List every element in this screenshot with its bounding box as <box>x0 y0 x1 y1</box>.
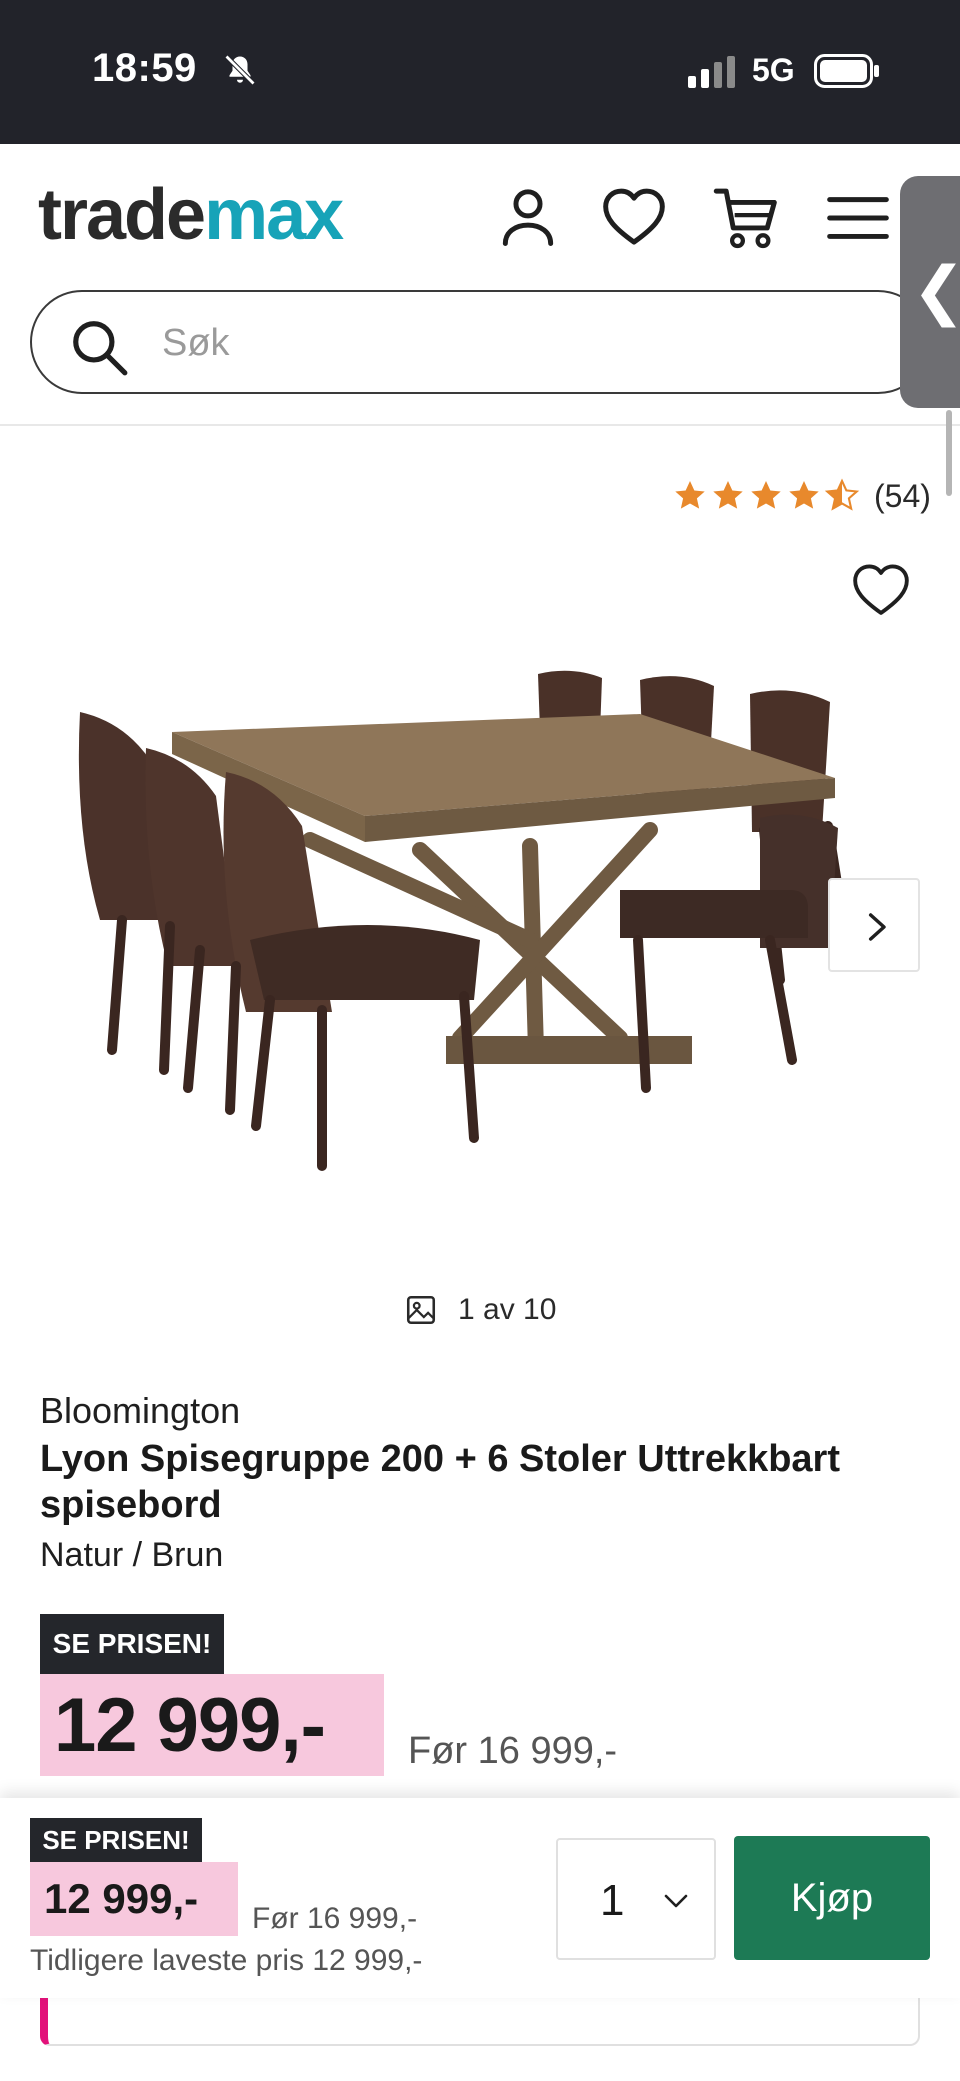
purchase-bar: SE PRISEN! 12 999,- Før 16 999,- Tidlige… <box>0 1798 960 1998</box>
logo-text-trade: trade <box>38 175 206 255</box>
side-panel-toggle[interactable]: ❮ <box>900 176 960 408</box>
favorite-heart-icon[interactable] <box>848 560 914 622</box>
menu-icon[interactable] <box>824 184 892 252</box>
lowest-price-note: Tidligere laveste pris 12 999,- <box>30 1944 423 1977</box>
product-title: Lyon Spisegruppe 200 + 6 Stoler Uttrekkb… <box>40 1438 841 1526</box>
account-icon[interactable] <box>494 184 562 252</box>
site-header: trademax Søk <box>0 144 960 426</box>
review-count: (54) <box>874 477 931 514</box>
purchase-bar-before-price: Før 16 999,- <box>252 1902 418 1935</box>
signal-icon <box>688 56 735 88</box>
bell-muted-icon <box>224 54 256 86</box>
image-gallery-icon <box>406 1295 436 1325</box>
product-page: 18:59 5G trademax Søk (54) 1 av 10 Bloom… <box>0 0 960 2081</box>
before-price: Før 16 999,- <box>408 1730 618 1772</box>
cart-icon[interactable] <box>712 184 780 252</box>
search-icon <box>73 321 128 376</box>
star-icon <box>675 481 705 509</box>
battery-icon <box>814 54 879 88</box>
product-brand[interactable]: Bloomington <box>40 1390 240 1432</box>
buy-button[interactable]: Kjøp <box>734 1836 930 1960</box>
campaign-badge: SE PRISEN! <box>40 1614 224 1674</box>
logo-text-max: max <box>204 175 344 255</box>
star-icon <box>789 481 819 509</box>
product-image[interactable] <box>60 650 900 1190</box>
chevron-right-icon <box>868 913 886 941</box>
search-input[interactable]: Søk <box>30 290 930 394</box>
image-counter[interactable]: 1 av 10 <box>404 1290 556 1330</box>
heart-icon[interactable] <box>600 184 668 252</box>
quantity-select[interactable]: 1 <box>556 1838 716 1960</box>
status-time: 18:59 <box>92 46 197 90</box>
chevron-left-icon: ❮ <box>912 258 960 322</box>
chevron-down-icon <box>664 1894 688 1908</box>
star-icon <box>751 481 781 509</box>
trademax-logo[interactable]: trademax <box>38 174 344 256</box>
product-variant: Natur / Brun <box>40 1536 224 1574</box>
next-image-button[interactable] <box>828 878 920 972</box>
info-box <box>40 1990 920 2046</box>
purchase-bar-price: 12 999,- <box>30 1862 238 1936</box>
image-counter-text: 1 av 10 <box>458 1293 557 1326</box>
purchase-bar-badge: SE PRISEN! <box>30 1818 202 1862</box>
status-bar: 18:59 5G <box>0 0 960 144</box>
product-price: 12 999,- <box>40 1674 384 1776</box>
product-rating[interactable]: (54) <box>672 476 931 516</box>
rating-stars <box>672 478 860 514</box>
network-type: 5G <box>752 52 795 88</box>
scrollbar[interactable] <box>946 410 952 496</box>
search-placeholder: Søk <box>162 322 230 364</box>
quantity-value: 1 <box>600 1876 625 1925</box>
star-half-icon <box>824 478 860 511</box>
star-icon <box>713 481 743 509</box>
